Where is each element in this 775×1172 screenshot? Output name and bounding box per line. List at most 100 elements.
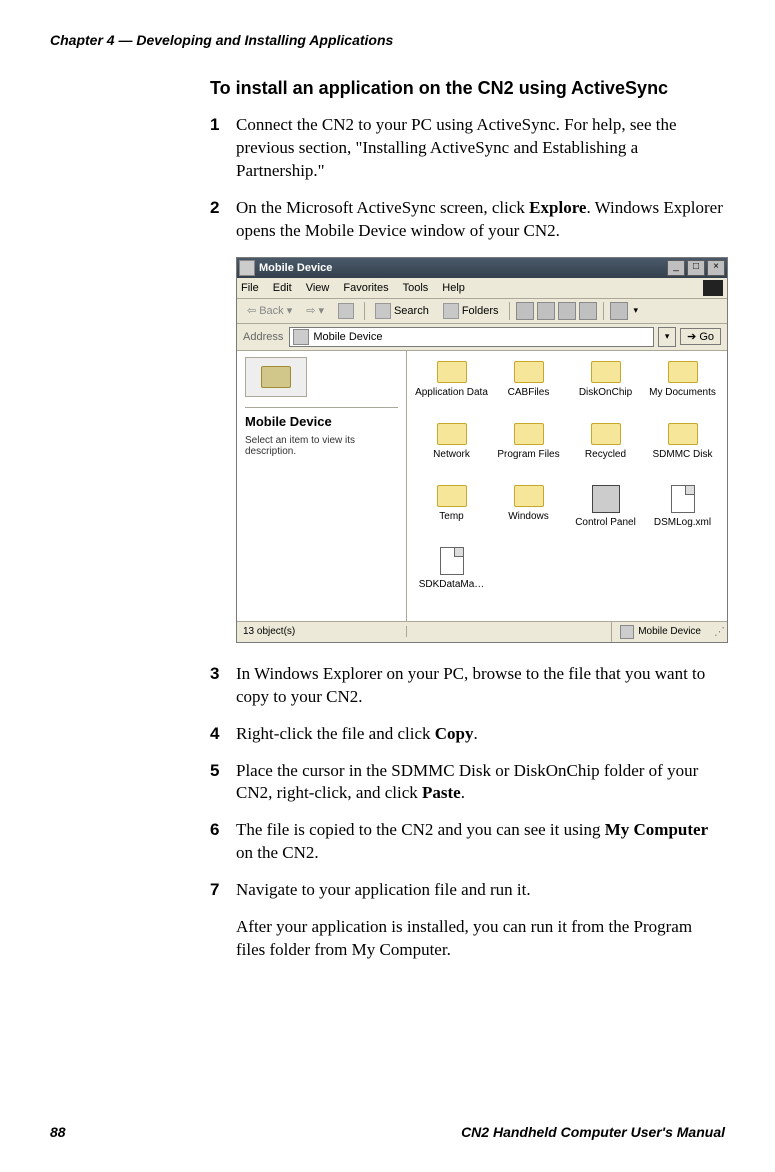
page-footer: 88 CN2 Handheld Computer User's Manual [50,1124,725,1140]
folder-icon [437,423,467,445]
address-dropdown[interactable]: ▾ [658,327,676,347]
window: Mobile Device _ □ × File Edit View Favor… [236,257,728,643]
toolbar: ⇦ Back ▾ ⇨▾ Search Folders ▾ [237,299,727,324]
mobile-device-icon [620,625,634,639]
pane-folder-icon [245,357,307,397]
folder-my-documents[interactable]: My Documents [644,361,721,423]
resize-grip-icon[interactable]: ⋰ [709,625,727,638]
step-5-text: Place the cursor in the SDMMC Disk or Di… [236,760,725,806]
icon-label: Temp [439,511,463,522]
undo-icon[interactable] [579,302,597,320]
icon-label: Network [433,449,470,460]
move-to-icon[interactable] [516,302,534,320]
menu-favorites[interactable]: Favorites [343,282,388,294]
step-7-text: Navigate to your application file and ru… [236,879,725,902]
up-button[interactable] [334,302,358,320]
manual-title: CN2 Handheld Computer User's Manual [461,1124,725,1140]
step-5-text-b: . [461,783,465,802]
status-mid [407,622,612,642]
back-button[interactable]: ⇦ Back ▾ [243,303,296,318]
pane-description: Select an item to view its description. [245,435,398,457]
folder-temp[interactable]: Temp [413,485,490,547]
step-6-text: The file is copied to the CN2 and you ca… [236,819,725,865]
titlebar: Mobile Device _ □ × [237,258,727,278]
address-value: Mobile Device [313,331,382,343]
mobile-device-icon [293,329,309,345]
delete-icon[interactable] [558,302,576,320]
menu-help[interactable]: Help [442,282,465,294]
title-icon [239,260,255,276]
forward-button[interactable]: ⇨▾ [302,303,328,318]
folder-network[interactable]: Network [413,423,490,485]
menu-edit[interactable]: Edit [273,282,292,294]
icon-label: Recycled [585,449,626,460]
search-button[interactable]: Search [371,302,433,320]
step-5-text-a: Place the cursor in the SDMMC Disk or Di… [236,761,698,803]
left-pane: Mobile Device Select an item to view its… [237,351,407,621]
folder-windows[interactable]: Windows [490,485,567,547]
explorer-screenshot: Mobile Device _ □ × File Edit View Favor… [236,257,725,643]
icon-label: SDKDataMa… [419,579,485,590]
step-4-text-b: . [473,724,477,743]
throbber-icon [703,280,723,296]
chevron-down-icon: ▾ [318,304,324,317]
folder-recycled[interactable]: Recycled [567,423,644,485]
folder-icon [591,423,621,445]
step-number-5: 5 [210,760,236,806]
icon-label: Control Panel [575,517,636,528]
search-label: Search [394,305,429,317]
menu-bar: File Edit View Favorites Tools Help [237,278,727,299]
folder-icon [437,485,467,507]
step-3-text: In Windows Explorer on your PC, browse t… [236,663,725,709]
step-2-text: On the Microsoft ActiveSync screen, clic… [236,197,725,243]
step-number-3: 3 [210,663,236,709]
item-control-panel[interactable]: Control Panel [567,485,644,547]
control-panel-icon [592,485,620,513]
separator [509,302,510,320]
step-number-7: 7 [210,879,236,902]
folder-diskonchip[interactable]: DiskOnChip [567,361,644,423]
folders-button[interactable]: Folders [439,302,503,320]
section-title: To install an application on the CN2 usi… [210,78,725,99]
folder-cabfiles[interactable]: CABFiles [490,361,567,423]
procedure-list-continued: 3 In Windows Explorer on your PC, browse… [210,663,725,903]
address-input[interactable]: Mobile Device [289,327,654,347]
step-1-text: Connect the CN2 to your PC using ActiveS… [236,114,725,183]
folder-icon [591,361,621,383]
views-button[interactable] [610,302,628,320]
step-2-bold: Explore [529,198,586,217]
chevron-down-icon: ▾ [287,304,293,317]
folder-application-data[interactable]: Application Data [413,361,490,423]
copy-to-icon[interactable] [537,302,555,320]
close-button[interactable]: × [707,260,725,276]
step-6-bold: My Computer [605,820,708,839]
icon-label: DiskOnChip [579,387,632,398]
explorer-body: Mobile Device Select an item to view its… [237,351,727,621]
folder-icon [261,366,291,388]
icon-label: My Documents [649,387,716,398]
step-5-bold: Paste [422,783,461,802]
go-button[interactable]: ➔ Go [680,328,721,345]
folder-icon [514,423,544,445]
folder-icon [437,361,467,383]
chapter-header: Chapter 4 — Developing and Installing Ap… [50,32,725,48]
step-4-text: Right-click the file and click Copy. [236,723,725,746]
page-number: 88 [50,1124,66,1140]
folder-up-icon [338,303,354,319]
minimize-button[interactable]: _ [667,260,685,276]
menu-file[interactable]: File [241,282,259,294]
folder-program-files[interactable]: Program Files [490,423,567,485]
address-label: Address [243,331,283,343]
separator [603,302,604,320]
icon-label: DSMLog.xml [654,517,711,528]
step-number-4: 4 [210,723,236,746]
maximize-button[interactable]: □ [687,260,705,276]
procedure-list: 1 Connect the CN2 to your PC using Activ… [210,114,725,243]
folder-sdmmc-disk[interactable]: SDMMC Disk [644,423,721,485]
menu-view[interactable]: View [306,282,330,294]
file-sdkdatama[interactable]: SDKDataMa… [413,547,490,609]
step-number-1: 1 [210,114,236,183]
file-dsmlog[interactable]: DSMLog.xml [644,485,721,547]
menu-tools[interactable]: Tools [403,282,429,294]
status-bar: 13 object(s) Mobile Device ⋰ [237,621,727,642]
